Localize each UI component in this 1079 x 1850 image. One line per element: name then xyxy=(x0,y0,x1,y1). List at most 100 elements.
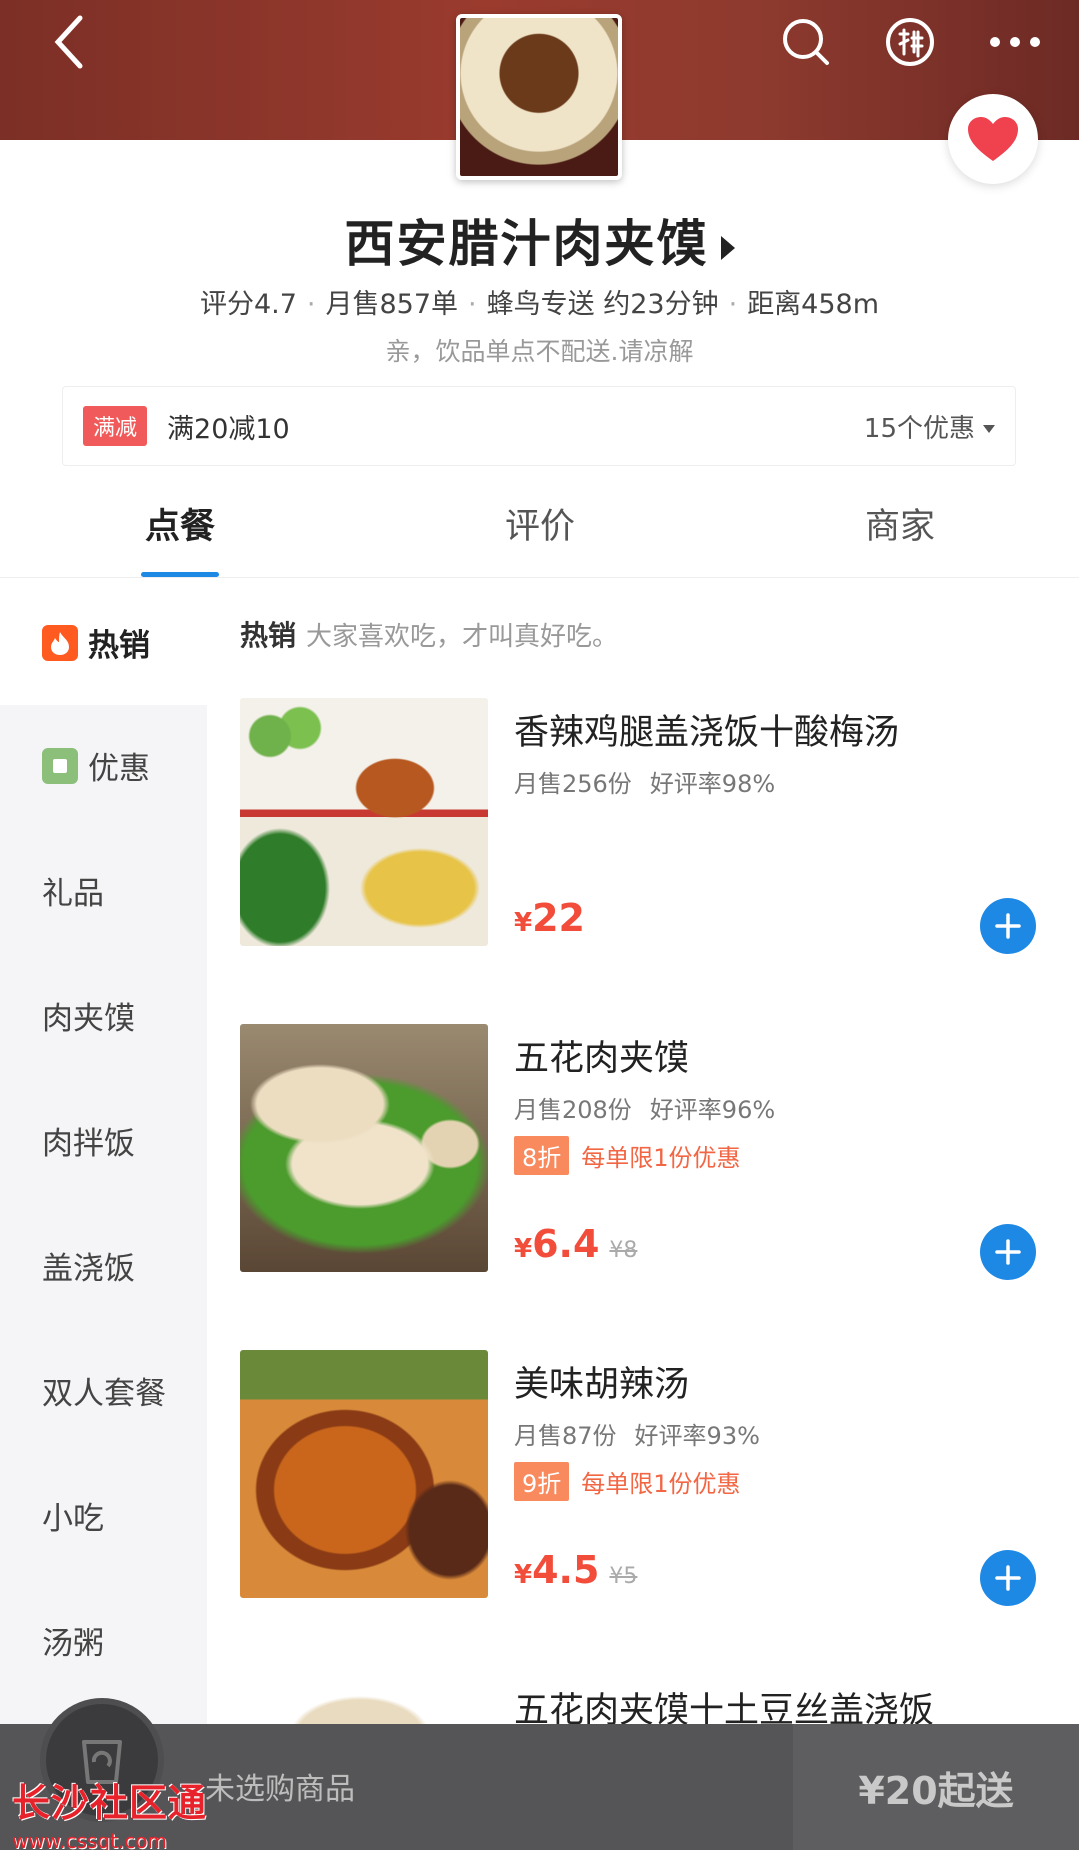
food-image xyxy=(240,1350,488,1598)
shop-distance: 距离458m xyxy=(747,289,880,320)
add-to-cart-button[interactable] xyxy=(980,898,1036,954)
shop-name[interactable]: 西安腊汁肉夹馍 xyxy=(0,204,1079,276)
item-stats: 月售256份 好评率98% xyxy=(514,764,775,799)
shop-delivery: 蜂鸟专送 约23分钟 xyxy=(486,289,719,320)
more-button[interactable] xyxy=(980,12,1050,72)
sidebar-item-hot[interactable]: 热销 xyxy=(0,580,207,705)
sidebar-item-rice-bowls[interactable]: 盖浇饭 xyxy=(0,1203,207,1328)
section-title: 热销 xyxy=(240,619,297,652)
add-to-cart-button[interactable] xyxy=(980,1224,1036,1280)
tab-order[interactable]: 点餐 xyxy=(80,498,280,549)
back-button[interactable] xyxy=(40,12,100,72)
sidebar-item-discount[interactable]: 优惠 xyxy=(0,703,207,828)
caret-down-icon xyxy=(983,425,995,433)
item-sales: 月售256份 xyxy=(514,770,632,798)
more-icon xyxy=(990,37,1040,47)
item-name: 五花肉夹馍十土豆丝盖浇饭 xyxy=(514,1691,935,1724)
group-order-icon xyxy=(886,18,934,66)
section-slogan: 大家喜欢吃，才叫真好吃。 xyxy=(306,622,619,652)
item-price: ¥4.5 ¥5 xyxy=(514,1548,637,1592)
menu-item[interactable]: 五花肉夹馍十土豆丝盖浇饭 xyxy=(240,1676,1079,1724)
item-sales: 月售87份 xyxy=(514,1422,617,1450)
tab-reviews[interactable]: 评价 xyxy=(440,498,640,549)
plus-icon xyxy=(995,1565,1021,1591)
menu-item[interactable]: 五花肉夹馍 月售208份 好评率96% 8折 每单限1份优惠 ¥6.4 ¥8 xyxy=(240,1024,1079,1284)
food-image xyxy=(240,1676,488,1724)
sidebar-item-gifts[interactable]: 礼品 xyxy=(0,828,207,953)
promo-tag: 满减 xyxy=(83,406,148,446)
group-order-button[interactable] xyxy=(880,12,940,72)
tab-merchant[interactable]: 商家 xyxy=(800,498,1000,549)
watermark: 长沙社区通 www.cssqt.com xyxy=(12,1772,207,1850)
shop-rating: 评分4.7 xyxy=(199,289,297,320)
item-rating: 好评率96% xyxy=(649,1096,776,1124)
price-currency: ¥ xyxy=(514,1234,533,1264)
promo-bar[interactable]: 满减 满20减10 15个优惠 xyxy=(62,386,1016,466)
separator: · xyxy=(306,289,316,320)
food-image xyxy=(240,1024,488,1272)
heart-icon xyxy=(968,117,1018,161)
tab-bar: 点餐 评价 商家 xyxy=(0,478,1079,578)
discount-row: 9折 每单限1份优惠 xyxy=(514,1462,741,1501)
item-name: 香辣鸡腿盖浇饭十酸梅汤 xyxy=(514,713,900,753)
item-stats: 月售208份 好评率96% xyxy=(514,1090,775,1125)
watermark-url: www.cssqt.com xyxy=(12,1829,168,1850)
shop-notice: 亲，饮品单点不配送.请凉解 xyxy=(385,337,694,366)
separator: · xyxy=(728,289,738,320)
item-price: ¥22 xyxy=(514,896,585,940)
plus-icon xyxy=(995,913,1021,939)
discount-text: 每单限1份优惠 xyxy=(581,1144,741,1172)
original-price: ¥5 xyxy=(609,1564,638,1589)
price-currency: ¥ xyxy=(514,1560,533,1590)
plus-icon xyxy=(995,1239,1021,1265)
price-value: 22 xyxy=(532,896,585,940)
shop-name-text: 西安腊汁肉夹馍 xyxy=(344,215,709,273)
shop-monthly-sales: 月售857单 xyxy=(325,289,459,320)
promo-count: 15个优惠 xyxy=(864,408,995,445)
tab-indicator xyxy=(141,572,219,577)
separator: · xyxy=(468,289,477,320)
sidebar-item-snacks[interactable]: 小吃 xyxy=(0,1453,207,1578)
caret-right-icon xyxy=(720,235,735,260)
search-icon xyxy=(783,19,829,65)
item-rating: 好评率93% xyxy=(634,1422,760,1450)
sidebar-item-roujiamo[interactable]: 肉夹馍 xyxy=(0,953,207,1078)
sidebar-item-label: 优惠 xyxy=(88,751,150,787)
price-value: 4.5 xyxy=(532,1548,600,1592)
section-header: 热销 大家喜欢吃，才叫真好吃。 xyxy=(240,614,618,654)
discount-badge: 9折 xyxy=(514,1462,570,1501)
discount-text: 每单限1份优惠 xyxy=(581,1470,741,1498)
item-name: 美味胡辣汤 xyxy=(514,1365,690,1405)
chevron-left-icon xyxy=(54,15,83,69)
menu-item[interactable]: 香辣鸡腿盖浇饭十酸梅汤 月售256份 好评率98% ¥22 xyxy=(240,698,1079,958)
menu-item[interactable]: 美味胡辣汤 月售87份 好评率93% 9折 每单限1份优惠 ¥4.5 ¥5 xyxy=(240,1350,1079,1610)
min-order-button[interactable]: ¥20起送 xyxy=(793,1724,1079,1850)
food-image xyxy=(240,698,488,946)
item-sales: 月售208份 xyxy=(514,1096,632,1124)
original-price: ¥8 xyxy=(609,1238,638,1263)
item-name: 五花肉夹馍 xyxy=(514,1039,690,1079)
search-button[interactable] xyxy=(776,12,836,72)
cart-empty-text: 未选购商品 xyxy=(205,1772,355,1807)
sidebar-item-soups[interactable]: 汤粥 xyxy=(0,1578,207,1703)
promo-text: 满20减10 xyxy=(167,413,290,445)
item-rating: 好评率98% xyxy=(649,770,776,798)
category-sidebar: 热销 优惠 礼品 肉夹馍 肉拌饭 盖浇饭 双人套餐 小吃 汤粥 xyxy=(0,580,207,1850)
shop-logo xyxy=(456,14,622,180)
sidebar-item-combo[interactable]: 双人套餐 xyxy=(0,1328,207,1453)
sidebar-item-label: 热销 xyxy=(88,628,150,664)
price-value: 6.4 xyxy=(532,1222,600,1266)
favorite-button[interactable] xyxy=(948,94,1038,184)
tag-icon xyxy=(42,747,78,784)
item-price: ¥6.4 ¥8 xyxy=(514,1222,637,1266)
flame-icon xyxy=(42,624,78,661)
promo-count-text: 15个优惠 xyxy=(863,413,975,444)
shop-meta: 评分4.7 · 月售857单 · 蜂鸟专送 约23分钟 · 距离458m xyxy=(0,282,1079,321)
sidebar-item-meat-rice[interactable]: 肉拌饭 xyxy=(0,1078,207,1203)
price-currency: ¥ xyxy=(514,908,533,938)
discount-row: 8折 每单限1份优惠 xyxy=(514,1136,741,1175)
item-stats: 月售87份 好评率93% xyxy=(514,1416,760,1451)
add-to-cart-button[interactable] xyxy=(980,1550,1036,1606)
discount-badge: 8折 xyxy=(514,1136,570,1175)
watermark-title: 长沙社区通 xyxy=(12,1781,208,1825)
